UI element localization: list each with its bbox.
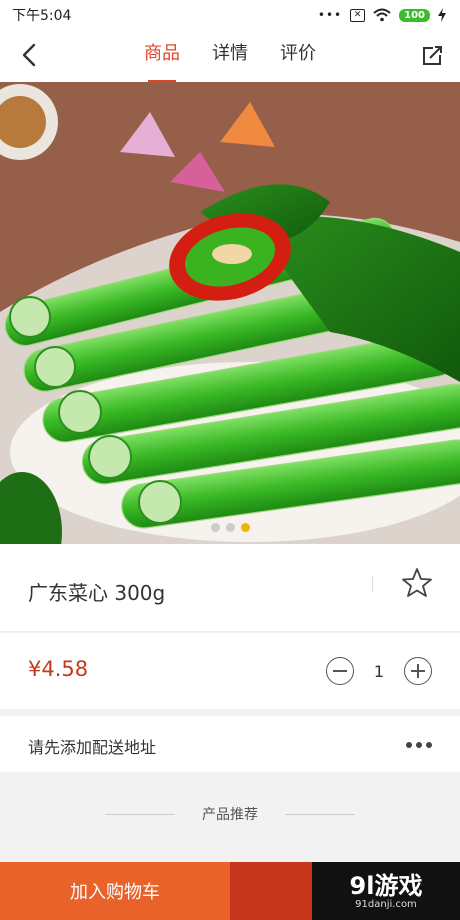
- gallery-indicator: [0, 523, 460, 532]
- address-prompt: 请先添加配送地址: [28, 738, 157, 757]
- address-row[interactable]: 请先添加配送地址: [0, 716, 460, 772]
- watermark-logo-text: 9l游戏: [349, 871, 423, 900]
- minus-icon[interactable]: [326, 657, 354, 685]
- divider-line: [285, 814, 355, 815]
- tab-bar: 商品 详情 评价: [144, 30, 316, 82]
- notification-dots: •••: [317, 8, 343, 22]
- recommend-title: 产品推荐: [202, 807, 258, 823]
- quantity-stepper: 1: [326, 657, 432, 685]
- vegetable-photo: [0, 82, 460, 544]
- tab-details[interactable]: 详情: [212, 30, 248, 82]
- divider: [372, 576, 373, 592]
- tab-reviews[interactable]: 评价: [280, 30, 316, 82]
- status-time: 下午5:04: [12, 8, 72, 24]
- recommend-section: 产品推荐: [0, 772, 460, 862]
- battery-icon: 100: [399, 8, 430, 22]
- tab-product[interactable]: 商品: [144, 30, 180, 82]
- charging-icon: [438, 8, 446, 22]
- sim-icon: ✕: [350, 8, 366, 22]
- product-title: 广东菜心 300g: [28, 581, 166, 605]
- product-price: ¥4.58: [28, 657, 89, 681]
- watermark-site: 91danji.com: [355, 898, 417, 910]
- watermark-logo: 9l游戏 91danji.com: [312, 862, 460, 920]
- gallery-dot[interactable]: [210, 523, 220, 532]
- more-icon[interactable]: [406, 742, 432, 748]
- price-row: ¥4.58 1: [0, 633, 460, 709]
- status-icons: ••• ✕ 100: [318, 8, 446, 22]
- gallery-dot[interactable]: [225, 523, 235, 532]
- add-to-cart-button[interactable]: 加入购物车: [0, 862, 230, 920]
- plus-icon[interactable]: [404, 657, 432, 685]
- star-icon[interactable]: [400, 566, 434, 600]
- wifi-icon: [373, 8, 391, 22]
- status-bar: 下午5:04 ••• ✕ 100: [0, 0, 460, 30]
- product-image[interactable]: [0, 82, 460, 544]
- gallery-dot-active[interactable]: [240, 523, 250, 532]
- share-icon[interactable]: [420, 44, 444, 68]
- nav-header: 商品 详情 评价: [0, 30, 460, 82]
- product-title-row: 广东菜心 300g: [0, 544, 460, 632]
- back-arrow-icon[interactable]: [18, 42, 44, 68]
- quantity-value: 1: [373, 661, 385, 681]
